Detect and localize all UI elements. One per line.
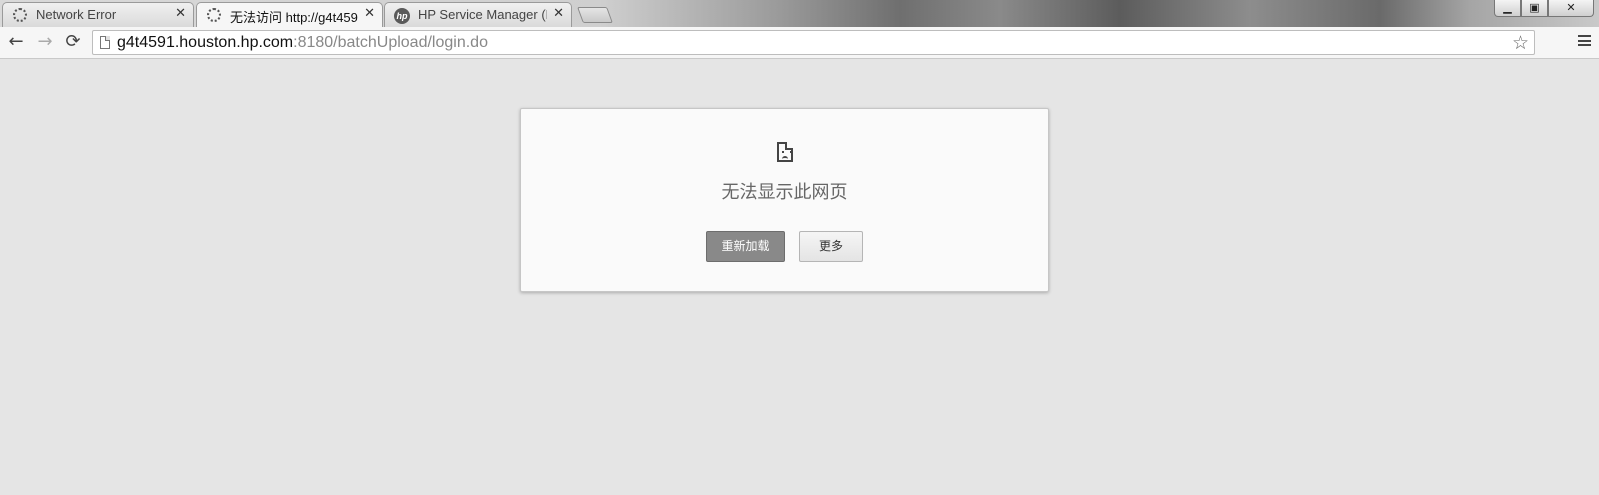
loading-spinner-icon: [207, 8, 221, 22]
sad-page-icon: [777, 142, 793, 162]
tab-cannot-access[interactable]: 无法访问 http://g4t4591. ✕: [196, 2, 383, 27]
new-tab-button[interactable]: [577, 7, 613, 23]
address-bar[interactable]: g4t4591.houston.hp.com:8180/batchUpload/…: [92, 30, 1535, 55]
close-tab-icon[interactable]: ✕: [364, 6, 375, 21]
close-window-button[interactable]: ✕: [1548, 0, 1594, 17]
hp-logo-icon: hp: [394, 8, 410, 24]
url-text[interactable]: g4t4591.houston.hp.com:8180/batchUpload/…: [117, 34, 488, 52]
close-tab-icon[interactable]: ✕: [175, 6, 186, 21]
back-button[interactable]: ←: [5, 31, 27, 53]
more-button[interactable]: 更多: [799, 231, 863, 262]
title-bar: Network Error ✕ 无法访问 http://g4t4591. ✕ h…: [0, 0, 1599, 27]
menu-icon[interactable]: [1578, 35, 1591, 46]
page-icon: [100, 36, 110, 49]
tab-title: Network Error: [36, 7, 117, 22]
window-controls: ▁ ▣ ✕: [1494, 0, 1594, 18]
reload-page-button[interactable]: 重新加载: [706, 231, 785, 262]
error-heading: 无法显示此网页: [721, 182, 848, 203]
minimize-button[interactable]: ▁: [1494, 0, 1521, 17]
close-tab-icon[interactable]: ✕: [553, 6, 564, 21]
url-path: :8180/batchUpload/login.do: [293, 34, 488, 51]
browser-toolbar: ← → ⟳ g4t4591.houston.hp.com:8180/batchU…: [0, 27, 1599, 59]
tab-title: HP Service Manager (Pi: [418, 7, 547, 22]
maximize-button[interactable]: ▣: [1521, 0, 1548, 17]
tab-title: 无法访问 http://g4t4591.: [230, 10, 358, 25]
error-card: 无法显示此网页 重新加载 更多: [520, 108, 1049, 292]
url-host: g4t4591.houston.hp.com: [117, 34, 294, 51]
reload-button[interactable]: ⟳: [62, 31, 84, 53]
tab-network-error[interactable]: Network Error ✕: [2, 2, 194, 27]
bookmark-star-icon[interactable]: ☆: [1512, 32, 1529, 54]
loading-spinner-icon: [13, 8, 27, 22]
forward-button[interactable]: →: [34, 31, 56, 53]
tab-hp-service-manager[interactable]: hp HP Service Manager (Pi ✕: [384, 2, 572, 27]
